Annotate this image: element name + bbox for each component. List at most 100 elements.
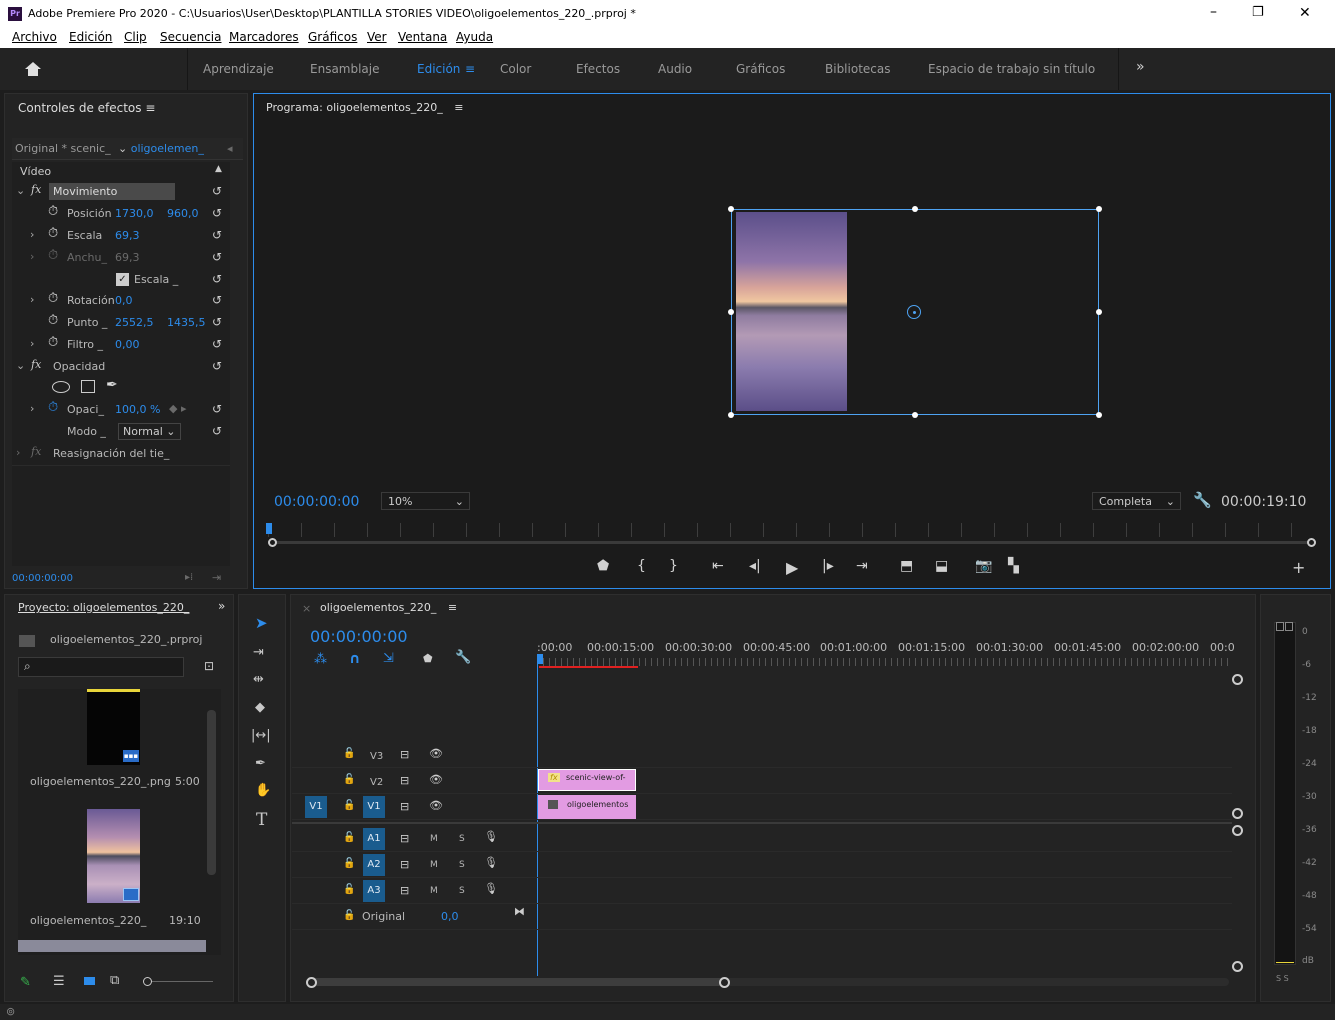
chevron-right-icon[interactable]: › [16,446,20,459]
linked-selection-icon[interactable]: ⇲ [383,651,394,666]
chevron-right-icon[interactable]: › [30,250,34,263]
solo-buttons[interactable]: S S [1276,974,1289,983]
close-tab-icon[interactable]: × [302,602,311,615]
thumbnail-zoom-slider[interactable] [147,981,213,982]
source-clip-label[interactable]: Original * scenic_ [15,142,111,155]
lock-icon[interactable]: 🔓 [343,748,355,759]
comparison-view-icon[interactable]: ▚ [1008,558,1019,574]
pen-mask-icon[interactable]: ✒ [106,377,118,393]
program-timecode[interactable]: 00:00:00:00 [274,494,359,510]
filtro-value[interactable]: 0,00 [115,338,140,351]
type-tool-icon[interactable]: T [256,810,267,830]
lock-icon[interactable]: 🔓 [343,774,355,785]
panel-menu-icon[interactable]: ≡ [145,101,155,115]
track-select-tool-icon[interactable]: ⇥ [253,645,264,660]
fx-icon[interactable]: fx [31,183,41,196]
pen-tool-icon[interactable]: ✒ [255,756,266,771]
lift-icon[interactable]: ⬒ [900,558,913,574]
effect-controls-title[interactable]: Controles de efectos ≡ [18,101,155,115]
reset-icon[interactable]: ↺ [212,337,222,351]
reset-icon[interactable]: ↺ [212,424,222,438]
mark-in-icon[interactable]: { [637,558,646,574]
go-to-out-icon[interactable]: ⇥ [856,558,868,574]
reset-icon[interactable]: ↺ [212,272,222,286]
menu-graficos[interactable]: Gráficos [308,30,357,44]
lock-icon[interactable]: 🔓 [343,858,355,869]
microphone-icon[interactable]: 🎙 [484,882,498,895]
punto-x-value[interactable]: 2552,5 [115,316,154,329]
minimize-button[interactable]: – [1210,4,1217,20]
lock-icon[interactable]: 🔓 [343,800,355,811]
chevron-right-icon[interactable]: › [30,228,34,241]
snap-magnet-icon[interactable]: ∩ [349,651,360,667]
menu-marcadores[interactable]: Marcadores [229,30,299,44]
panel-menu-icon[interactable]: ≡ [454,101,463,114]
project-search-input[interactable] [18,657,184,677]
scroll-up-icon[interactable]: ▲ [215,164,222,174]
effect-reasignacion[interactable]: › fx Reasignación del tie_ [13,443,230,464]
workspace-ensamblaje[interactable]: Ensamblaje [310,62,380,76]
reset-icon[interactable]: ↺ [212,228,222,242]
reset-icon[interactable]: ↺ [212,293,222,307]
menu-archivo[interactable]: Archivo [12,30,57,44]
freeform-view-icon[interactable]: ⧉ [110,973,119,988]
escala-value[interactable]: 69,3 [115,229,140,242]
panel-more-icon[interactable]: » [218,599,225,613]
sequence-clip-dropdown[interactable]: ⌄ oligoelemen_ [118,142,204,155]
eye-icon[interactable]: 👁 [429,773,443,786]
microphone-icon[interactable]: 🎙 [484,856,498,869]
add-marker-icon[interactable]: ⬟ [597,558,609,574]
fx-icon[interactable]: fx [31,358,41,371]
restore-button[interactable]: ❐ [1252,5,1264,20]
chevron-right-icon[interactable]: › [30,293,34,306]
sync-lock-icon[interactable]: ⊟ [400,748,409,761]
transform-handle[interactable] [1096,412,1102,418]
stopwatch-icon[interactable]: ⏱ [48,291,58,306]
stopwatch-icon[interactable]: ⏱ [48,204,58,219]
scroll-handle-left[interactable] [306,977,317,988]
program-zoom-bar[interactable] [268,541,1316,544]
chevron-right-icon[interactable]: › [30,337,34,350]
menu-ver[interactable]: Ver [367,30,387,44]
project-scrollbar[interactable] [207,710,216,875]
reset-icon[interactable]: ↺ [212,315,222,329]
solo-button[interactable]: S [459,886,465,896]
timeline-vertical-scrollbar-top[interactable] [1232,674,1243,685]
timeline-tab[interactable]: oligoelementos_220_ ≡ [320,601,457,614]
panel-menu-icon[interactable]: ≡ [448,601,457,614]
work-area-bar[interactable] [539,666,638,668]
timeline-vertical-scrollbar-bottom[interactable] [1232,961,1243,972]
keyframe-nav-icon[interactable]: ◆ ▸ [169,402,186,415]
transform-handle[interactable] [728,206,734,212]
go-to-end-icon[interactable]: ⧓ [514,905,525,918]
workspace-color[interactable]: Color [500,62,531,76]
workspace-aprendizaje[interactable]: Aprendizaje [203,62,274,76]
nest-icon[interactable]: ⁂ [314,652,327,667]
add-marker-icon[interactable]: ⬟ [423,652,433,665]
zoom-dropdown[interactable]: 10% ⌄ [381,492,470,510]
menu-clip[interactable]: Clip [124,30,147,44]
extract-icon[interactable]: ⬓ [935,558,948,574]
stopwatch-icon[interactable]: ⏱ [48,335,58,350]
solo-button[interactable]: S [459,834,465,844]
checkbox-checked[interactable]: ✓ [116,273,129,286]
playhead-marker[interactable] [266,523,272,534]
list-view-icon[interactable]: ☰ [53,974,65,989]
workspace-more-icon[interactable]: » [1136,59,1145,75]
workspace-sin-titulo[interactable]: Espacio de trabajo sin título [928,62,1095,76]
effect-opacidad[interactable]: ⌄ fx Opacidad ↺ [13,356,230,377]
home-icon[interactable] [24,60,42,78]
reset-icon[interactable]: ↺ [212,402,222,416]
lock-icon[interactable]: 🔓 [343,910,355,921]
timeline-playhead[interactable] [537,654,543,664]
stopwatch-active-icon[interactable]: ⏱ [48,400,58,415]
workspace-bibliotecas[interactable]: Bibliotecas [825,62,890,76]
play-icon[interactable]: ▶ [786,558,798,577]
reset-icon[interactable]: ↺ [212,359,222,373]
new-bin-icon[interactable]: ⊡ [204,659,214,673]
reset-icon[interactable]: ↺ [212,250,222,264]
timeline-vertical-scrollbar-top[interactable] [1232,808,1243,819]
step-back-icon[interactable]: ◂| [749,558,761,574]
original-value[interactable]: 0,0 [441,910,459,923]
eye-icon[interactable]: 👁 [429,747,443,760]
